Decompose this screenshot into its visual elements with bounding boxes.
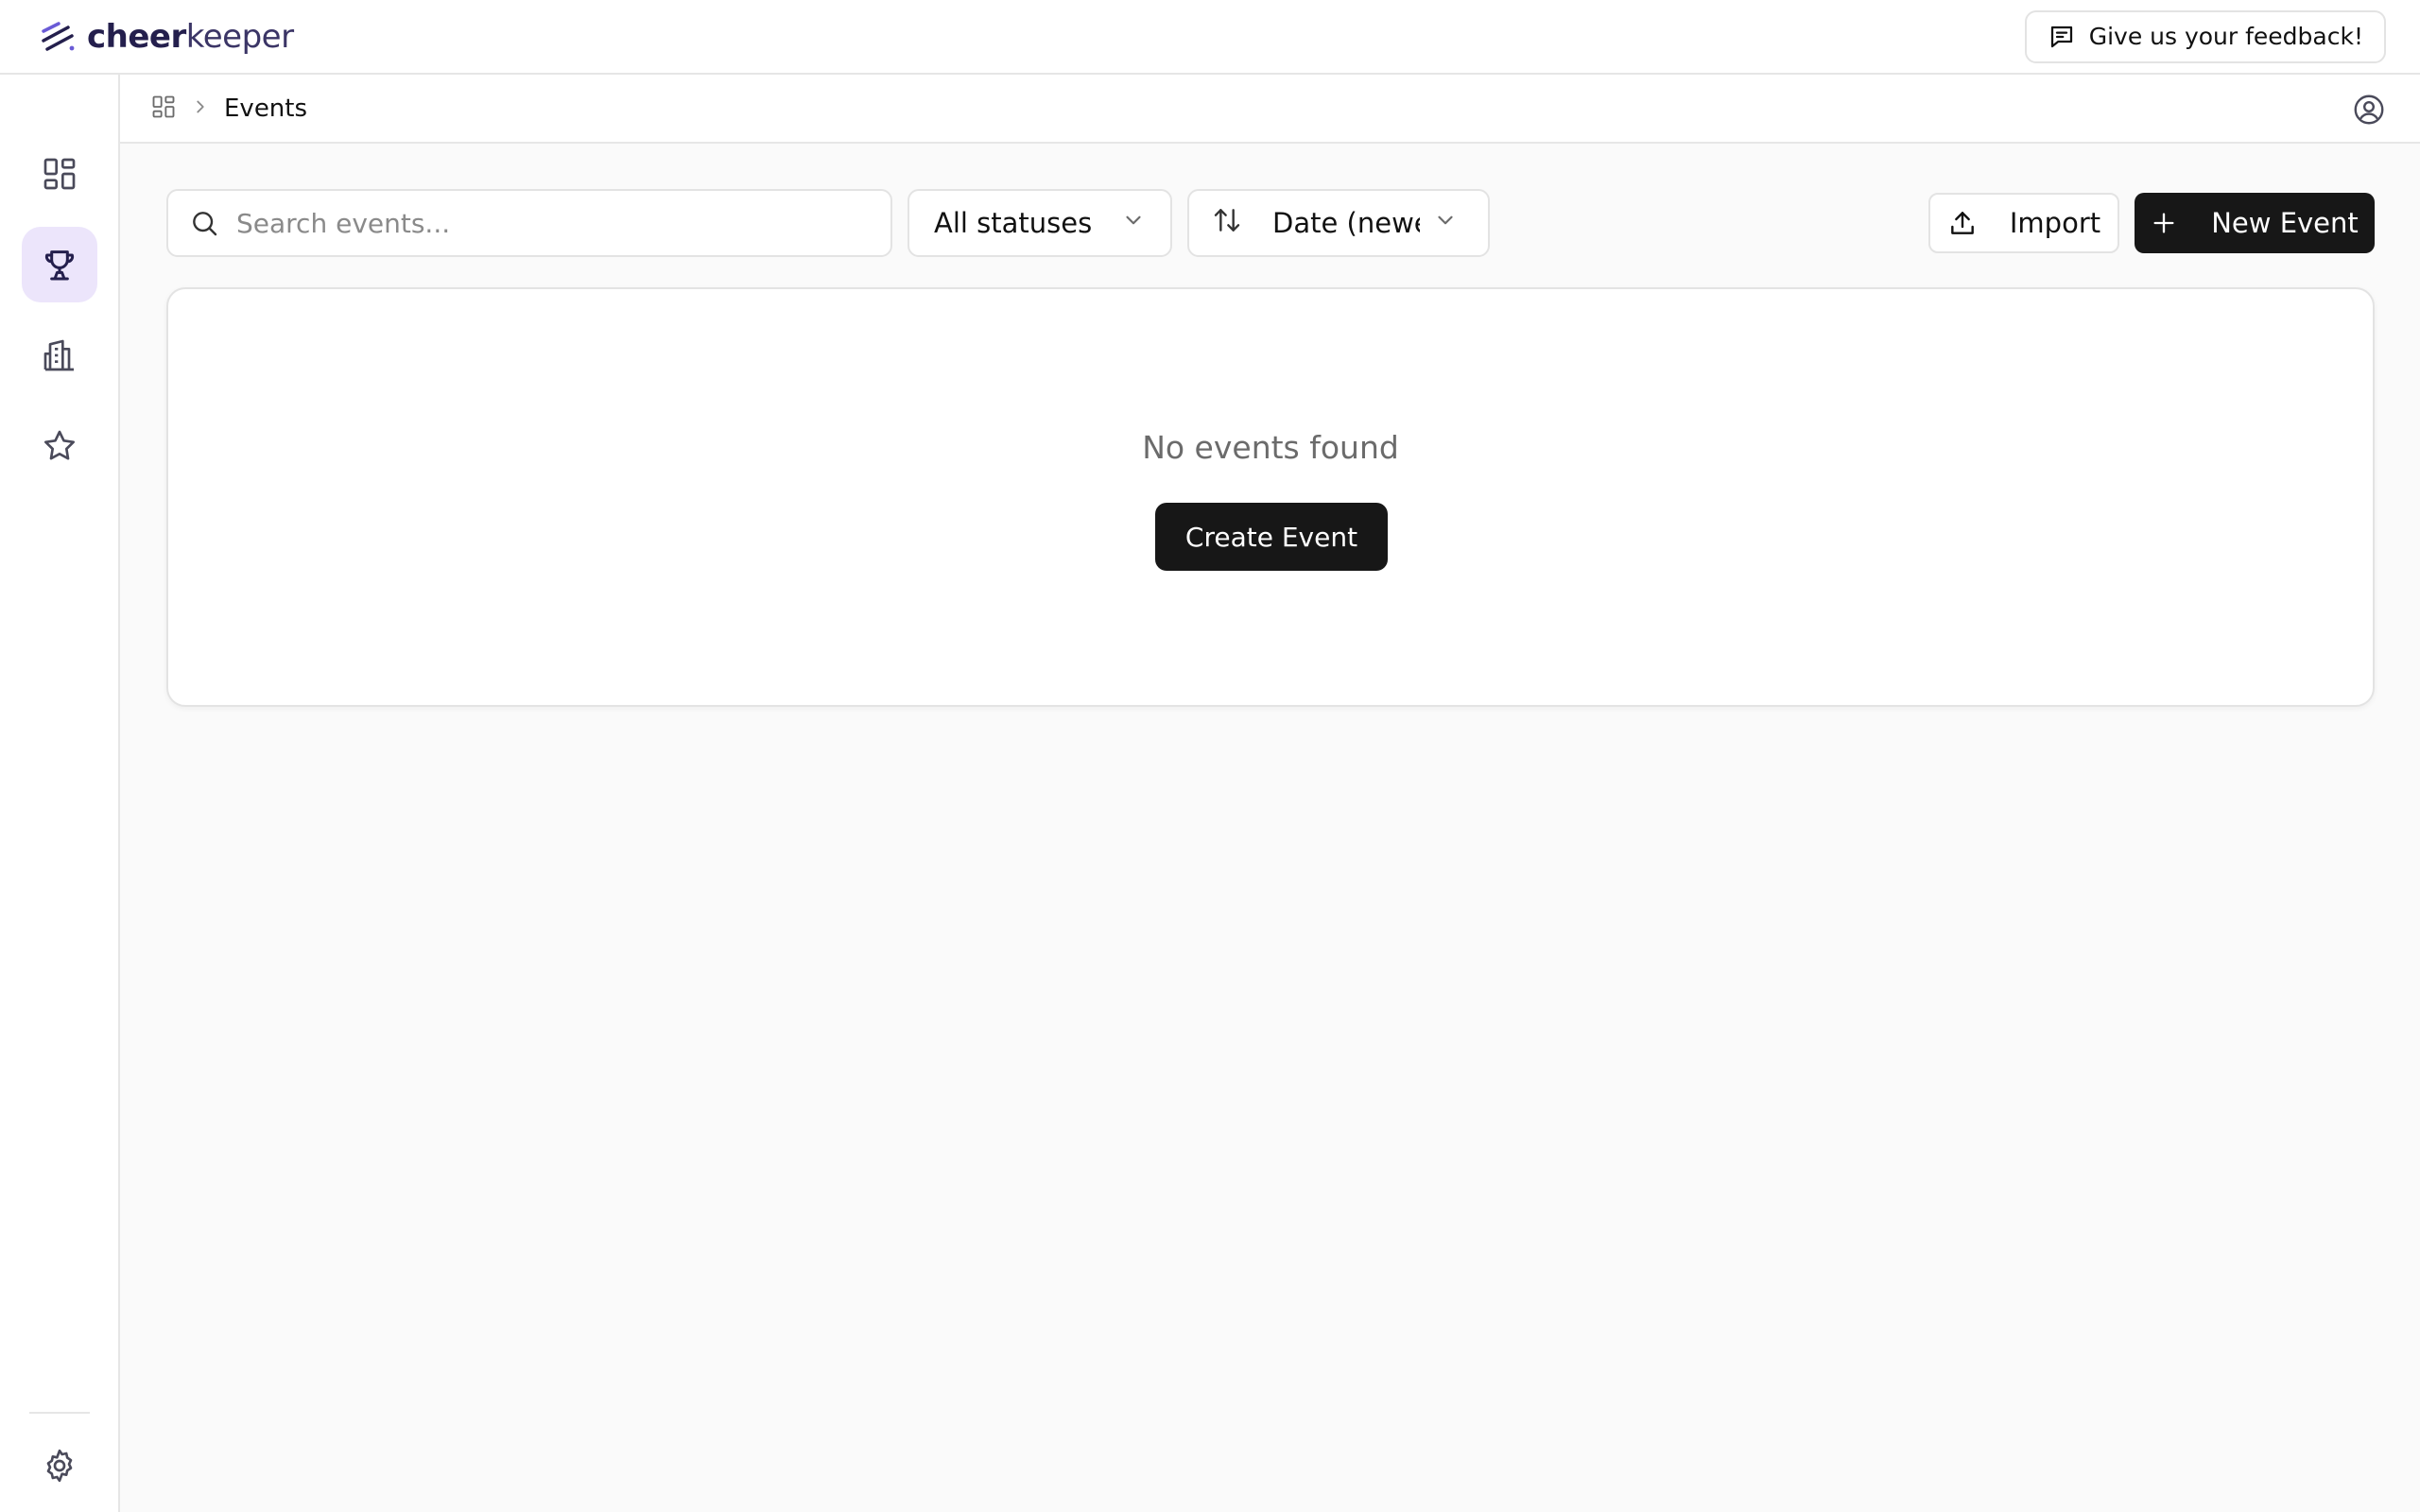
breadcrumb-home[interactable] xyxy=(150,94,177,124)
search-icon xyxy=(193,212,217,236)
empty-state-message: No events found xyxy=(1142,429,1399,466)
import-label: Import xyxy=(2009,207,2101,239)
sidebar xyxy=(0,75,120,1512)
trophy-icon xyxy=(44,250,75,281)
sidebar-item-organizations[interactable] xyxy=(22,318,97,393)
building-icon xyxy=(43,339,74,371)
dashboard-icon xyxy=(43,158,76,190)
plus-icon xyxy=(2153,213,2174,233)
chevron-right-icon xyxy=(197,100,204,112)
user-icon[interactable] xyxy=(2352,93,2386,127)
events-list: No events found Create Event xyxy=(166,287,2375,707)
sort-value: Date (newest) xyxy=(1272,207,1420,239)
dashboard-icon xyxy=(152,95,175,117)
search-input[interactable] xyxy=(236,207,841,239)
import-button[interactable]: Import xyxy=(1928,193,2119,253)
status-filter[interactable]: All statuses xyxy=(908,189,1172,257)
top-bar: cheerkeeper Give us your feedback! xyxy=(0,0,2420,75)
feedback-label: Give us your feedback! xyxy=(2088,23,2363,50)
sort-select[interactable]: Date (newest) xyxy=(1187,189,1490,257)
breadcrumb: Events xyxy=(120,75,2420,144)
upload-icon xyxy=(1951,212,1974,234)
sidebar-item-favorites[interactable] xyxy=(22,408,97,484)
sidebar-divider xyxy=(29,1412,90,1414)
breadcrumb-separator xyxy=(177,96,224,121)
settings-icon xyxy=(46,1449,73,1483)
chevron-down-icon xyxy=(1433,207,1458,239)
search-box xyxy=(166,189,892,257)
status-filter-value: All statuses xyxy=(934,207,1093,239)
sort-arrows-icon xyxy=(1212,205,1242,242)
sidebar-item-events[interactable] xyxy=(22,227,97,302)
brand-mark-icon xyxy=(42,21,75,51)
star-icon xyxy=(44,430,75,460)
sidebar-item-dashboard[interactable] xyxy=(22,136,97,212)
new-event-button[interactable]: New Event xyxy=(2135,193,2375,253)
create-event-button[interactable]: Create Event xyxy=(1155,503,1388,571)
brand-logo[interactable]: cheerkeeper xyxy=(40,18,294,56)
message-icon xyxy=(2050,26,2072,47)
brand-name: cheerkeeper xyxy=(87,17,294,56)
chevron-down-icon xyxy=(1121,207,1146,239)
new-event-label: New Event xyxy=(2211,207,2359,239)
breadcrumb-current: Events xyxy=(224,94,308,123)
sidebar-item-settings[interactable] xyxy=(22,1428,97,1503)
feedback-button[interactable]: Give us your feedback! xyxy=(2024,9,2386,63)
